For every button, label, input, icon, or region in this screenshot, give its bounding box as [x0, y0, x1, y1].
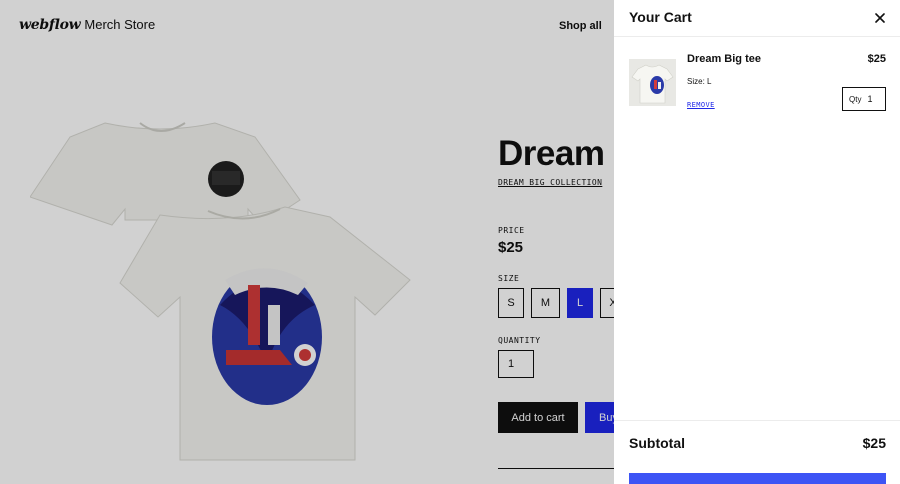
subtotal-label: Subtotal	[629, 435, 685, 451]
cart-footer: Subtotal $25	[614, 420, 900, 484]
checkout-button[interactable]	[629, 473, 886, 484]
remove-item-link[interactable]: REMOVE	[687, 101, 715, 109]
qty-value: 1	[867, 94, 873, 104]
cart-item-size: Size: L	[687, 77, 712, 86]
cart-header: Your Cart	[614, 0, 900, 37]
close-icon	[875, 13, 885, 23]
cart-item-price: $25	[867, 53, 886, 65]
cart-item-name: Dream Big tee	[687, 53, 761, 65]
cart-item-quantity-input[interactable]: Qty 1	[842, 87, 886, 111]
cart-title: Your Cart	[629, 9, 692, 25]
cart-item: Dream Big tee $25 Size: L REMOVE Qty 1	[614, 37, 900, 127]
subtotal-value: $25	[862, 435, 886, 451]
close-cart-button[interactable]	[872, 10, 888, 26]
cart-drawer: Your Cart Dream Big tee $25 Size: L REMO…	[614, 0, 900, 484]
cart-item-thumbnail	[629, 59, 676, 106]
qty-label: Qty	[849, 94, 862, 104]
